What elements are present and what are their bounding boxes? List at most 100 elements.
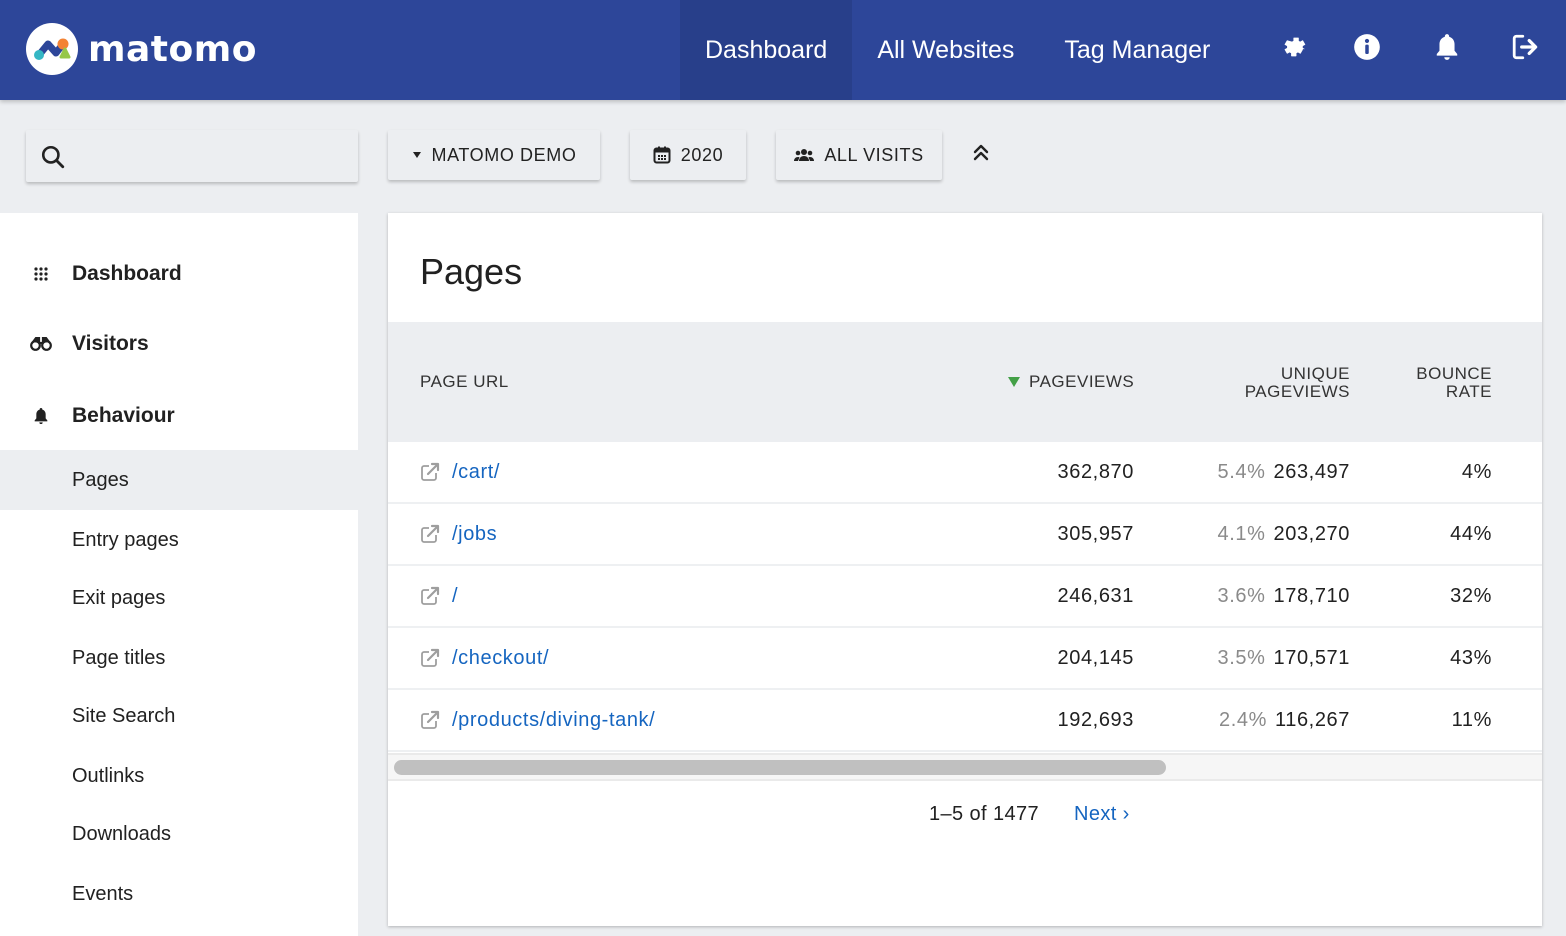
external-link-icon[interactable]: [420, 524, 442, 544]
bell-icon: [30, 407, 52, 425]
bell-icon[interactable]: [1431, 30, 1463, 64]
grid-icon: [30, 267, 52, 281]
table-row[interactable]: /checkout/204,145 3.5% 170,571 43%: [388, 628, 1542, 690]
cell-page-url: /cart/: [420, 442, 500, 502]
external-link-icon[interactable]: [420, 710, 442, 730]
sort-desc-icon: [1008, 377, 1020, 387]
column-unique-pageviews[interactable]: UNIQUE PAGEVIEWS: [1245, 365, 1350, 401]
pagination-count: 1–5 of 1477: [929, 803, 1040, 825]
calendar-icon: [653, 146, 671, 164]
sidebar-item-outlinks[interactable]: Outlinks: [0, 747, 358, 805]
sign-out-icon[interactable]: [1510, 30, 1542, 64]
horizontal-scrollbar[interactable]: [388, 753, 1542, 781]
ratio-percent: 3.5%: [1217, 646, 1266, 669]
binoculars-icon: [30, 337, 52, 351]
cell-page-url: /: [420, 566, 458, 626]
page-url-link[interactable]: /checkout/: [452, 647, 549, 670]
cell-page-url: /jobs: [420, 504, 497, 564]
cell-bounce-rate: 11%: [1451, 708, 1492, 731]
column-label: PAGEVIEWS: [1029, 372, 1135, 391]
unique-pageviews-value: 170,571: [1273, 646, 1350, 669]
next-page-link[interactable]: Next ›: [1074, 803, 1130, 826]
ratio-percent: 5.4%: [1217, 460, 1266, 483]
top-nav: Dashboard All Websites Tag Manager: [680, 0, 1235, 100]
ratio-percent: 2.4%: [1218, 708, 1267, 731]
sidebar-item-site-search[interactable]: Site Search: [0, 687, 358, 745]
cell-pageviews: 192,693: [1057, 708, 1134, 731]
unique-pageviews-value: 203,270: [1273, 522, 1350, 545]
gear-icon[interactable]: [1278, 30, 1310, 64]
users-icon: [794, 148, 815, 162]
page-url-link[interactable]: /products/diving-tank/: [452, 709, 655, 732]
unique-pageviews-value: 178,710: [1273, 584, 1350, 607]
site-selector-button[interactable]: MATOMO DEMO: [388, 130, 600, 180]
sidebar-item-entry-pages[interactable]: Entry pages: [0, 511, 358, 569]
segment-selector-button[interactable]: ALL VISITS: [776, 130, 942, 180]
unique-pageviews-value: 263,497: [1273, 460, 1350, 483]
page-url-link[interactable]: /jobs: [452, 523, 497, 546]
sidebar-item-behaviour[interactable]: Behaviour: [0, 386, 358, 446]
ratio-percent: 4.1%: [1217, 522, 1266, 545]
ratio-percent: 3.6%: [1217, 584, 1266, 607]
segment-label: ALL VISITS: [824, 144, 924, 165]
column-label: UNIQUE: [1280, 364, 1350, 383]
column-page-url[interactable]: PAGE URL: [420, 373, 509, 391]
sidebar-item-pages[interactable]: Pages: [0, 450, 358, 510]
cell-unique-pageviews: 4.1% 203,270: [1218, 504, 1351, 564]
cell-unique-pageviews: 2.4% 116,267: [1219, 690, 1350, 750]
sidebar-item-label: Dashboard: [72, 262, 182, 285]
sidebar-item-page-titles[interactable]: Page titles: [0, 629, 358, 687]
page-url-link[interactable]: /cart/: [452, 461, 500, 484]
cell-bounce-rate: 4%: [1461, 460, 1492, 483]
cell-page-url: /checkout/: [420, 628, 549, 688]
top-bar: matomo Dashboard All Websites Tag Manage…: [0, 0, 1566, 100]
table-row[interactable]: /cart/362,870 5.4% 263,497 4%: [388, 442, 1542, 504]
cell-pageviews: 362,870: [1057, 460, 1134, 483]
external-link-icon[interactable]: [420, 462, 442, 482]
column-label: BOUNCE: [1416, 364, 1492, 383]
period-selector-button[interactable]: 2020: [630, 130, 746, 180]
sidebar-item-exit-pages[interactable]: Exit pages: [0, 569, 358, 627]
table-row[interactable]: /products/diving-tank/192,693 2.4% 116,267…: [388, 690, 1542, 752]
sidebar-item-label: Visitors: [72, 332, 149, 355]
page-url-link[interactable]: /: [452, 585, 458, 608]
cell-unique-pageviews: 3.5% 170,571: [1218, 628, 1351, 688]
cell-pageviews: 246,631: [1057, 584, 1134, 607]
column-pageviews[interactable]: PAGEVIEWS: [1008, 373, 1134, 391]
nav-tag-manager[interactable]: Tag Manager: [1039, 0, 1235, 100]
page-title: Pages: [420, 251, 523, 292]
brand-name: matomo: [88, 28, 257, 70]
sidebar-item-label: Behaviour: [72, 404, 175, 427]
nav-all-websites[interactable]: All Websites: [852, 0, 1039, 100]
sidebar-item-dashboard[interactable]: Dashboard: [0, 244, 358, 304]
external-link-icon[interactable]: [420, 648, 442, 668]
matomo-logo[interactable]: matomo: [26, 23, 257, 75]
table-row[interactable]: / 246,631 3.6% 178,710 32%: [388, 566, 1542, 628]
nav-dashboard[interactable]: Dashboard: [680, 0, 853, 100]
table-header: PAGE URL PAGEVIEWS UNIQUE PAGEVIEWS BOUN…: [388, 322, 1542, 442]
scrollbar-thumb[interactable]: [394, 760, 1166, 775]
period-label: 2020: [680, 144, 724, 165]
menu-search[interactable]: [26, 130, 358, 182]
logo-mark-icon: [26, 23, 78, 75]
table-row[interactable]: /jobs 305,957 4.1% 203,270 44%: [388, 504, 1542, 566]
cell-pageviews: 204,145: [1057, 646, 1134, 669]
column-label: PAGEVIEWS: [1244, 382, 1350, 401]
search-input[interactable]: [76, 130, 346, 182]
info-icon[interactable]: [1351, 30, 1383, 64]
cell-unique-pageviews: 5.4% 263,497: [1218, 442, 1351, 502]
collapse-toolbar-icon[interactable]: [968, 140, 994, 166]
report-card: Pages PAGE URL PAGEVIEWS UNIQUE PAGEVIEW…: [388, 213, 1542, 926]
column-label: RATE: [1445, 382, 1492, 401]
cell-bounce-rate: 43%: [1450, 646, 1492, 669]
column-bounce-rate[interactable]: BOUNCE RATE: [1416, 365, 1492, 401]
search-icon: [40, 144, 66, 175]
sidebar-menu: Dashboard Visitors Behaviour Pages Entry…: [0, 213, 358, 936]
external-link-icon[interactable]: [420, 586, 442, 606]
sidebar-item-visitors[interactable]: Visitors: [0, 314, 358, 374]
cell-unique-pageviews: 3.6% 178,710: [1218, 566, 1351, 626]
sidebar-item-downloads[interactable]: Downloads: [0, 805, 358, 863]
sidebar-item-events[interactable]: Events: [0, 865, 358, 923]
cell-bounce-rate: 44%: [1450, 522, 1492, 545]
cell-pageviews: 305,957: [1057, 522, 1134, 545]
